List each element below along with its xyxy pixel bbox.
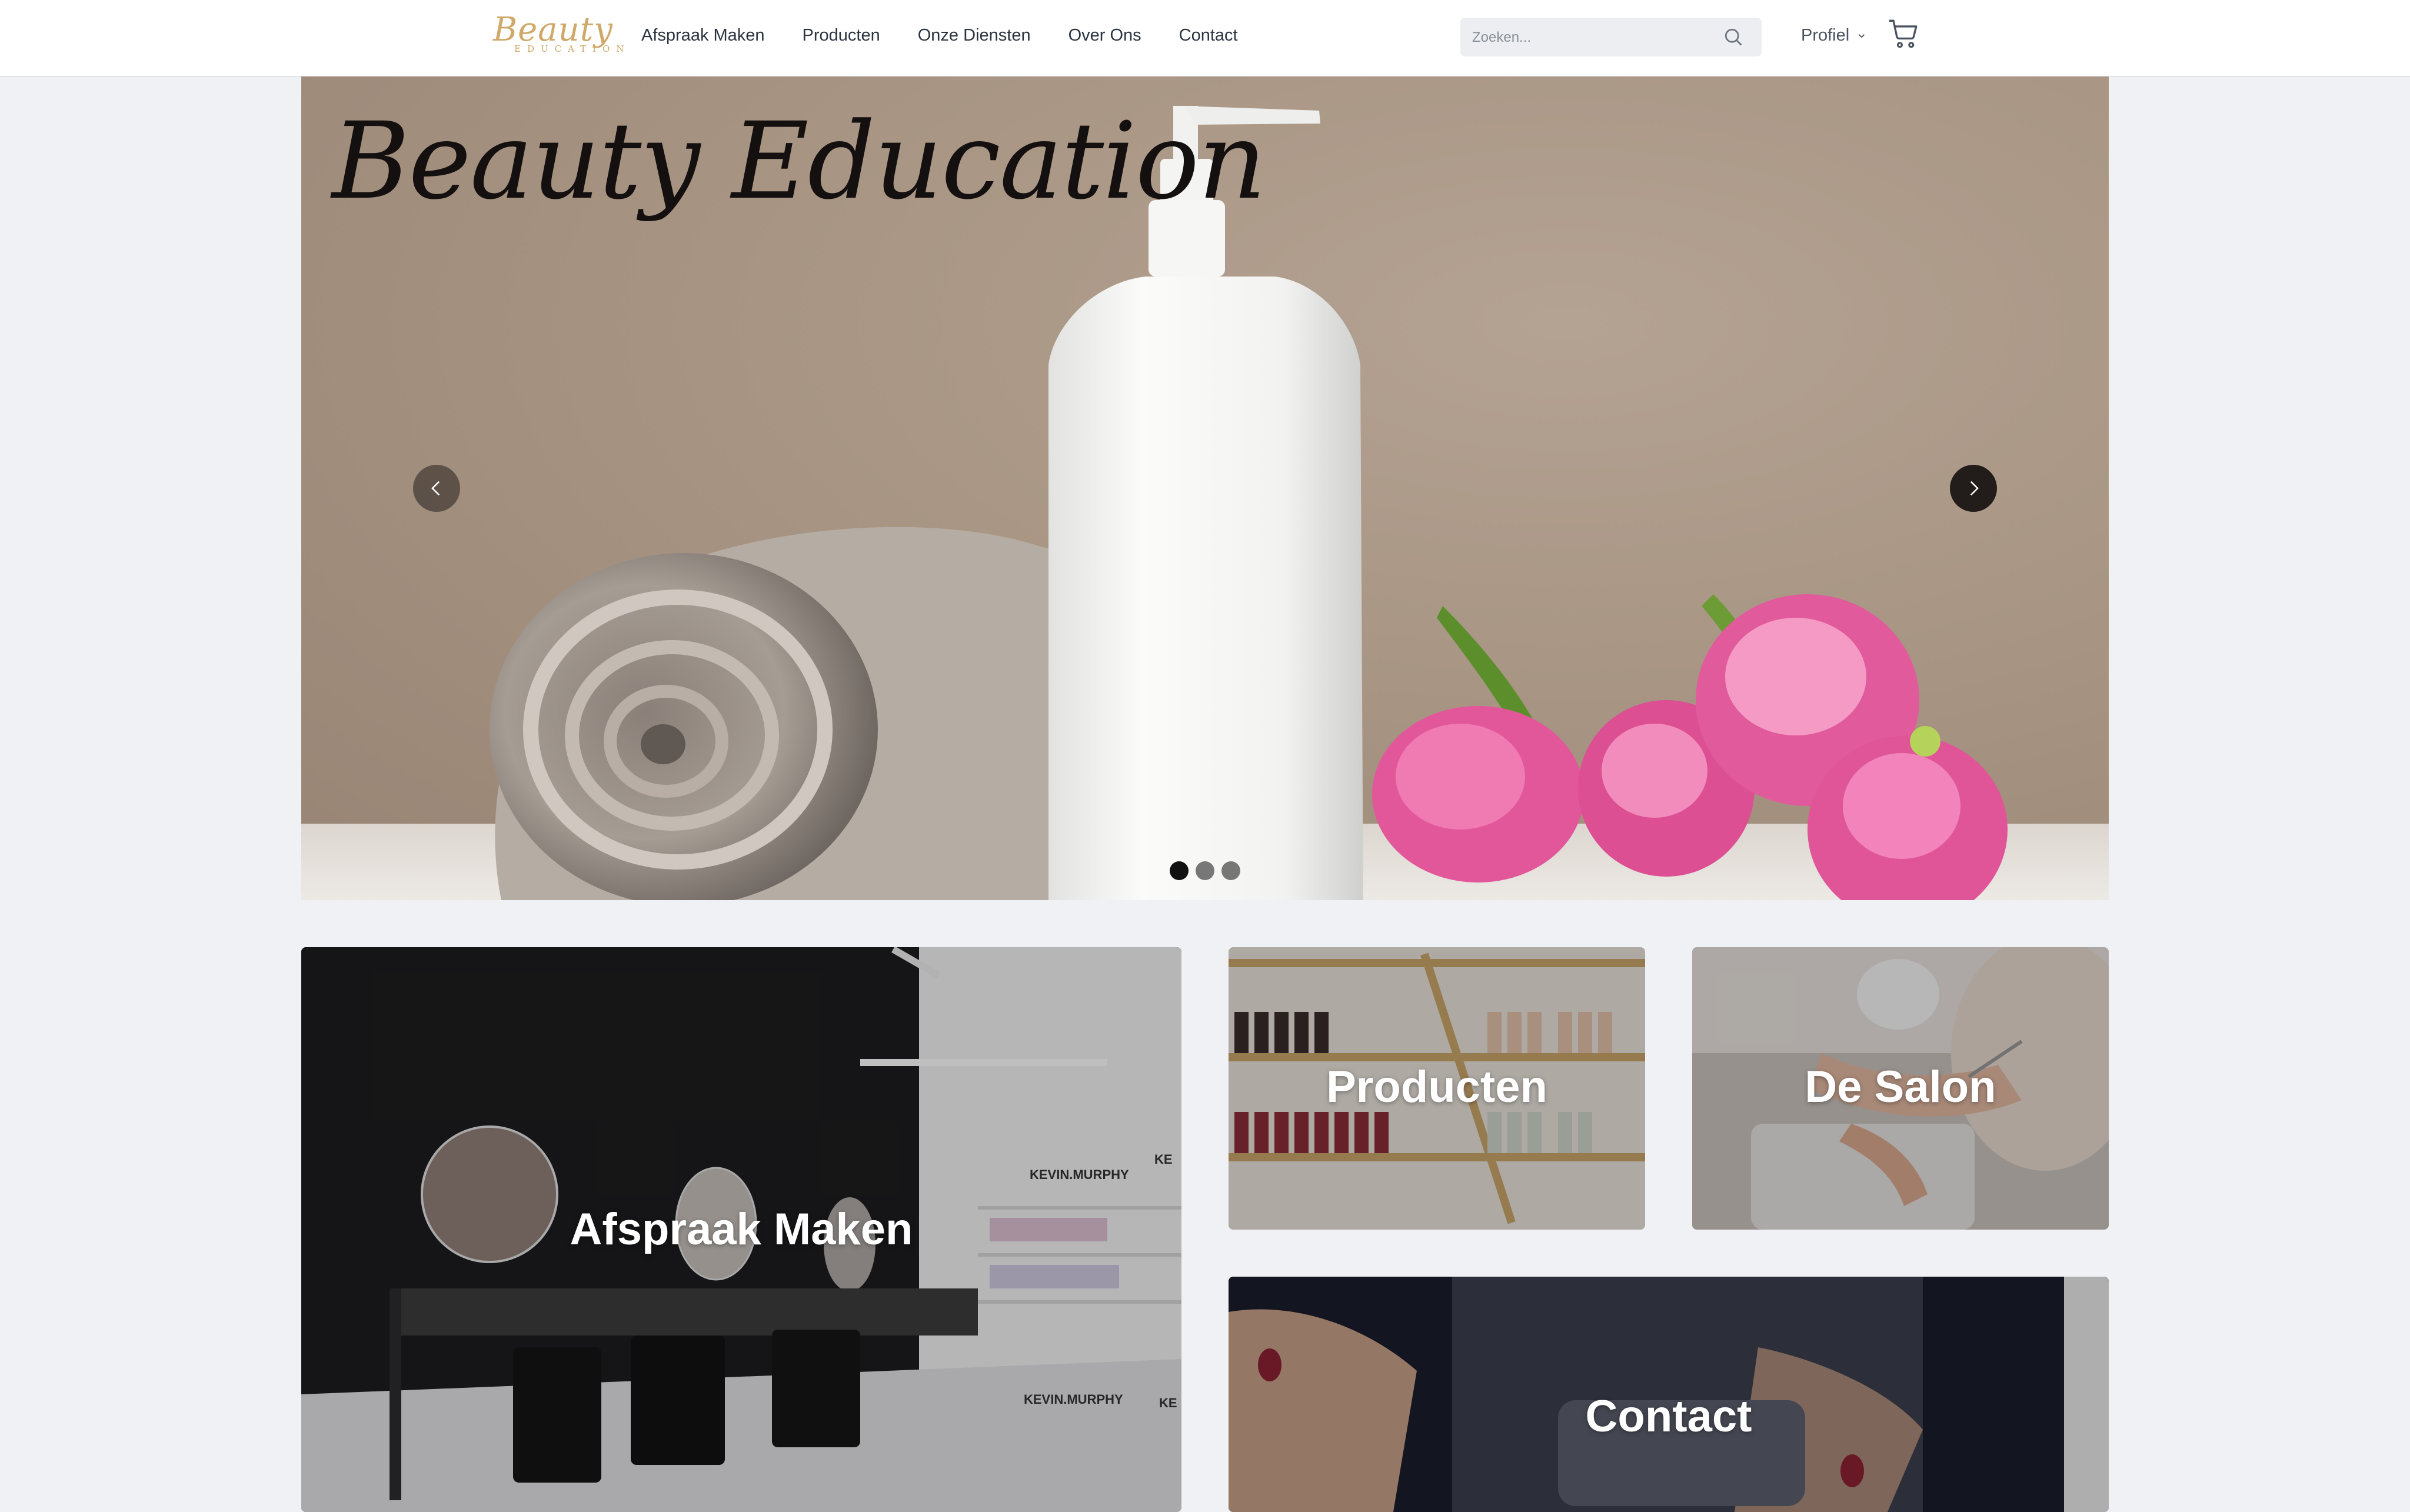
carousel-prev-button[interactable] — [413, 465, 460, 512]
hero-tulips-image — [1372, 594, 2008, 900]
carousel-next-button[interactable] — [1950, 465, 1997, 512]
tile-afspraak-maken[interactable]: KEVIN.MURPHY KE KEVIN.MURPHY KE Afspraak… — [301, 947, 1181, 1512]
nav-afspraak-maken[interactable]: Afspraak Maken — [641, 26, 765, 45]
chevron-left-icon — [431, 481, 440, 496]
chevron-right-icon — [1970, 481, 1979, 496]
tile-producten[interactable]: Producten — [1229, 947, 1645, 1230]
nav-onze-diensten[interactable]: Onze Diensten — [918, 26, 1031, 45]
site-header: Beauty EDUCATION Afspraak Maken Producte… — [0, 0, 2410, 77]
search-box — [1460, 18, 1762, 58]
nav-producten[interactable]: Producten — [803, 26, 880, 45]
cart-icon[interactable] — [1886, 16, 1920, 51]
tile-contact[interactable]: Contact — [1229, 1277, 2109, 1512]
main-nav: Afspraak Maken Producten Onze Diensten O… — [641, 26, 1276, 45]
tile-de-salon[interactable]: De Salon — [1692, 947, 2109, 1230]
carousel-dot-3[interactable] — [1221, 861, 1240, 880]
carousel-indicators — [1170, 861, 1240, 880]
tile-afspraak-label: Afspraak Maken — [570, 1204, 913, 1254]
search-input[interactable] — [1471, 18, 1709, 58]
logo-sub-text: EDUCATION — [514, 44, 631, 54]
chevron-down-icon — [1859, 34, 1865, 38]
nav-contact[interactable]: Contact — [1179, 26, 1238, 45]
nav-over-ons[interactable]: Over Ons — [1068, 26, 1141, 45]
tile-salon-label: De Salon — [1805, 1062, 1996, 1112]
hero-title: Beauty Education — [332, 100, 1266, 223]
profile-label: Profiel — [1801, 26, 1850, 45]
search-icon[interactable] — [1723, 26, 1744, 48]
carousel-dot-1[interactable] — [1170, 861, 1189, 880]
tile-producten-label: Producten — [1326, 1062, 1547, 1112]
carousel-dot-2[interactable] — [1196, 861, 1214, 880]
profile-menu[interactable]: Profiel — [1801, 26, 1867, 45]
hero-carousel: Beauty Education — [301, 76, 2109, 900]
site-logo[interactable]: Beauty EDUCATION — [491, 11, 624, 64]
tile-contact-label: Contact — [1585, 1391, 1752, 1441]
